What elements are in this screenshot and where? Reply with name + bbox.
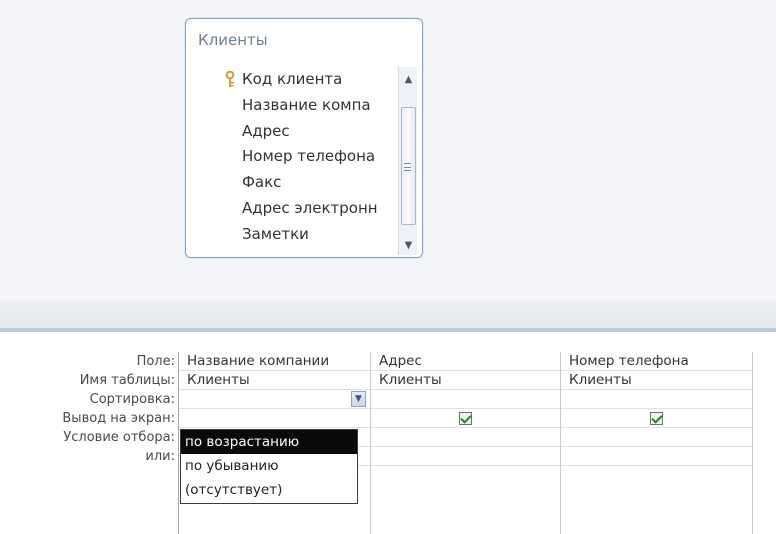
table-cell[interactable]: Клиенты bbox=[561, 371, 752, 390]
table-cell[interactable]: Клиенты bbox=[179, 371, 370, 390]
sort-option-descending[interactable]: по убыванию bbox=[181, 454, 357, 478]
field-label: Адрес bbox=[242, 121, 290, 140]
table-design-pane: Клиенты Код клиента Название компа Адрес… bbox=[0, 0, 776, 300]
show-cell[interactable] bbox=[371, 409, 560, 428]
scroll-up-arrow-icon[interactable]: ▲ bbox=[399, 71, 418, 89]
field-label: Название компа bbox=[242, 95, 371, 114]
field-item[interactable]: Адрес электронн bbox=[222, 196, 398, 222]
table-field-list-window[interactable]: Клиенты Код клиента Название компа Адрес… bbox=[185, 18, 423, 258]
sort-cell[interactable] bbox=[561, 390, 752, 409]
grid-column-3: Номер телефона Клиенты bbox=[561, 352, 753, 534]
sort-option-ascending[interactable]: по возрастанию bbox=[181, 430, 357, 454]
field-item[interactable]: Заметки bbox=[222, 222, 398, 248]
criteria-cell[interactable] bbox=[561, 428, 752, 447]
field-cell[interactable]: Название компании bbox=[179, 352, 370, 371]
sort-dropdown-list[interactable]: по возрастанию по убыванию (отсутствует) bbox=[180, 429, 358, 504]
row-label-table: Имя таблицы: bbox=[79, 373, 175, 388]
field-item[interactable]: Факс bbox=[222, 170, 398, 196]
field-label: Адрес электронн bbox=[242, 198, 378, 217]
table-cell[interactable]: Клиенты bbox=[371, 371, 560, 390]
sort-cell[interactable] bbox=[371, 390, 560, 409]
show-cell[interactable] bbox=[561, 409, 752, 428]
field-list: Код клиента Название компа Адрес Номер т… bbox=[222, 67, 398, 253]
sort-option-none[interactable]: (отсутствует) bbox=[181, 478, 357, 502]
field-label: Код клиента bbox=[242, 70, 343, 88]
field-item[interactable]: Номер телефона bbox=[222, 144, 398, 170]
field-cell[interactable]: Адрес bbox=[371, 352, 560, 371]
row-label-or: или: bbox=[145, 449, 175, 464]
show-checkbox[interactable] bbox=[459, 412, 472, 425]
scroll-down-arrow-icon[interactable]: ▼ bbox=[399, 237, 418, 255]
pane-splitter[interactable] bbox=[0, 300, 776, 328]
field-list-scrollbar[interactable]: ▲ ▼ bbox=[398, 67, 417, 255]
row-label-sort: Сортировка: bbox=[89, 392, 175, 407]
field-item[interactable]: Название компа bbox=[222, 93, 398, 119]
show-cell[interactable] bbox=[179, 409, 370, 428]
field-label: Факс bbox=[242, 173, 282, 192]
or-cell[interactable] bbox=[371, 447, 560, 466]
sort-cell[interactable]: ▼ bbox=[179, 390, 370, 409]
field-label: Номер телефона bbox=[242, 147, 376, 166]
grid-column-2: Адрес Клиенты bbox=[371, 352, 561, 534]
field-cell[interactable]: Номер телефона bbox=[561, 352, 752, 371]
row-label-criteria: Условие отбора: bbox=[63, 430, 175, 445]
criteria-cell[interactable] bbox=[371, 428, 560, 447]
key-icon bbox=[225, 71, 235, 87]
row-label-field: Поле: bbox=[136, 354, 175, 369]
grid-row-labels: Поле: Имя таблицы: Сортировка: Вывод на … bbox=[0, 352, 178, 466]
row-label-show: Вывод на экран: bbox=[62, 411, 175, 426]
field-item-key[interactable]: Код клиента bbox=[222, 67, 398, 93]
field-item[interactable]: Адрес bbox=[222, 119, 398, 145]
field-label: Заметки bbox=[242, 224, 309, 243]
or-cell[interactable] bbox=[561, 447, 752, 466]
table-title: Клиенты bbox=[198, 31, 268, 49]
scrollbar-grip-icon bbox=[404, 163, 411, 171]
show-checkbox[interactable] bbox=[650, 412, 663, 425]
sort-dropdown-chevron-icon[interactable]: ▼ bbox=[351, 391, 366, 407]
